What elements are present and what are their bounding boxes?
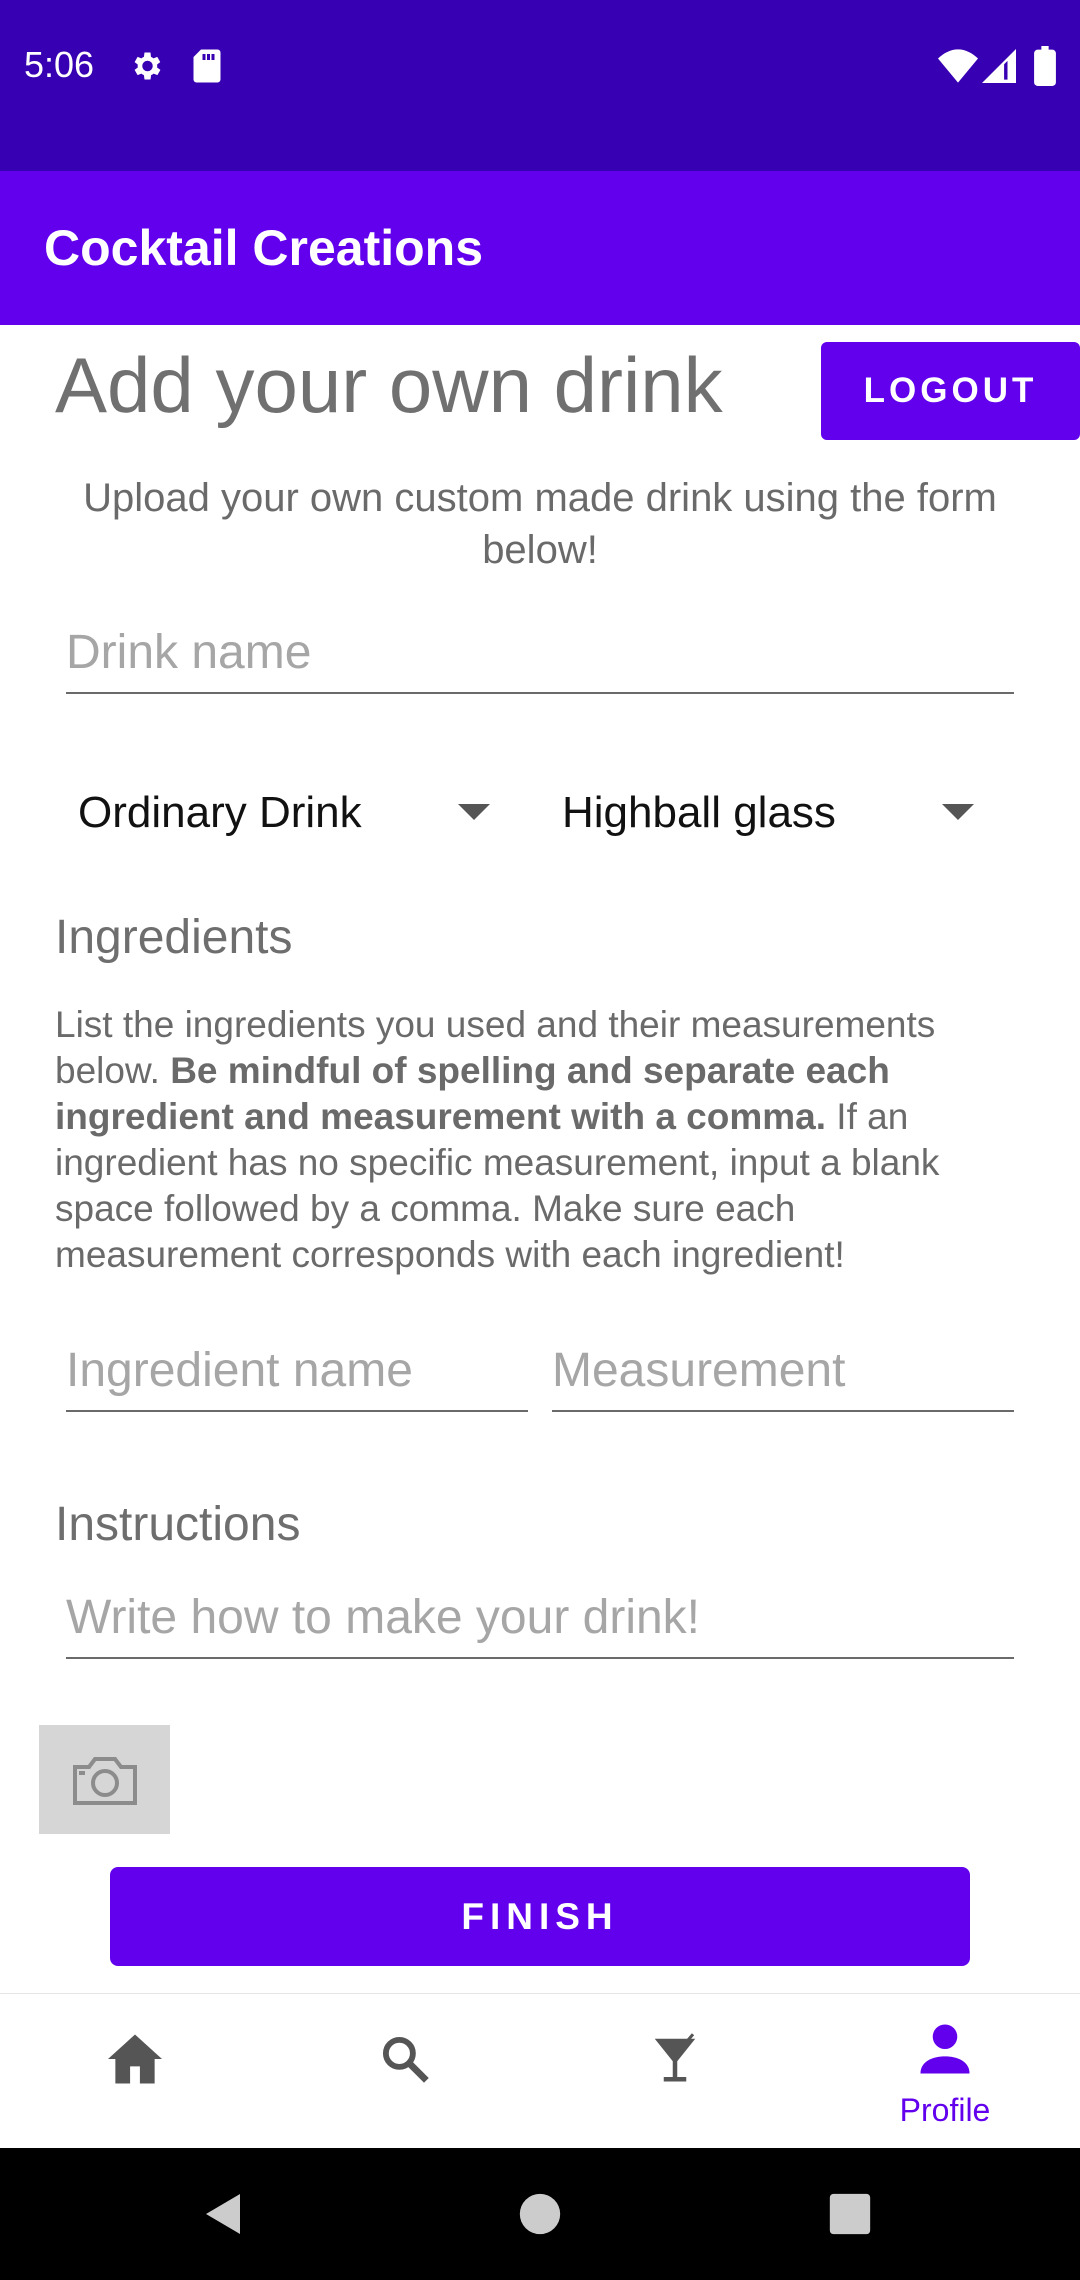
app-bar: Cocktail Creations <box>0 171 1080 325</box>
chevron-down-icon <box>942 804 974 820</box>
cocktail-icon <box>654 2033 696 2082</box>
instructions-label: Instructions <box>55 1498 301 1551</box>
glass-selected-value: Highball glass <box>562 788 836 837</box>
nav-profile-label: Profile <box>899 2092 991 2128</box>
app-title: Cocktail Creations <box>44 220 484 276</box>
nav-profile[interactable]: Profile <box>810 1994 1080 2149</box>
glass-dropdown[interactable]: Highball glass <box>562 780 982 846</box>
camera-icon <box>72 1756 137 1805</box>
ingredients-label: Ingredients <box>55 911 293 964</box>
search-icon <box>382 2036 429 2083</box>
profile-icon <box>920 2024 970 2074</box>
status-time: 5:06 <box>24 44 95 85</box>
home-circle-icon[interactable] <box>518 2192 562 2236</box>
logout-button[interactable]: LOGOUT <box>821 342 1080 440</box>
recents-icon[interactable] <box>828 2192 872 2236</box>
measurement-input[interactable] <box>552 1340 1014 1412</box>
nav-search[interactable] <box>270 1994 540 2149</box>
battery-icon <box>1034 46 1056 91</box>
page-subtitle: Upload your own custom made drink using … <box>83 476 997 572</box>
ingredients-help-text: List the ingredients you used and their … <box>55 1002 1015 1278</box>
nav-drinks[interactable] <box>540 1994 810 2149</box>
drink-name-input[interactable] <box>66 622 1014 694</box>
nav-home[interactable] <box>0 1994 270 2149</box>
instructions-input[interactable] <box>66 1587 1014 1659</box>
bottom-nav: Profile <box>0 1993 1080 2149</box>
back-icon[interactable] <box>200 2190 248 2238</box>
finish-button[interactable]: FINISH <box>110 1867 970 1966</box>
chevron-down-icon <box>458 804 490 820</box>
home-icon <box>108 2034 162 2084</box>
signal-icon <box>982 48 1016 89</box>
page-title: Add your own drink <box>55 341 723 429</box>
status-bar: 5:06 <box>0 0 1080 171</box>
category-selected-value: Ordinary Drink <box>78 788 362 837</box>
gear-icon <box>128 48 164 89</box>
sd-card-icon <box>192 48 222 89</box>
wifi-icon <box>938 48 978 89</box>
add-photo-button[interactable] <box>39 1725 170 1834</box>
ingredients-help-bold: Be mindful of spelling and separate each… <box>55 1050 890 1137</box>
ingredient-name-input[interactable] <box>66 1340 528 1412</box>
system-nav-bar <box>0 2148 1080 2280</box>
category-dropdown[interactable]: Ordinary Drink <box>78 780 498 846</box>
